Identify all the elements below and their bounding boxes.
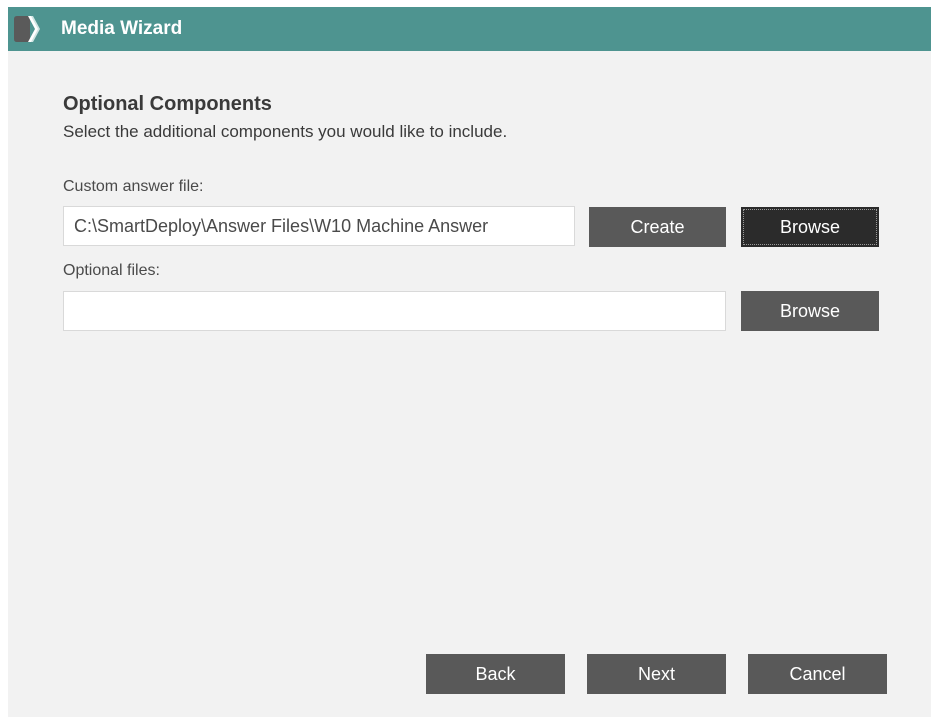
create-answer-file-button[interactable]: Create xyxy=(589,207,726,247)
cancel-button[interactable]: Cancel xyxy=(748,654,887,694)
chevron-logo-icon xyxy=(14,16,40,42)
custom-answer-file-label: Custom answer file: xyxy=(63,178,204,195)
custom-answer-file-input[interactable] xyxy=(63,206,575,246)
window-title: Media Wizard xyxy=(61,18,183,39)
title-bar: Media Wizard xyxy=(8,7,931,51)
browse-answer-file-button[interactable]: Browse xyxy=(741,207,879,247)
back-button[interactable]: Back xyxy=(426,654,565,694)
optional-files-label: Optional files: xyxy=(63,262,160,279)
optional-files-input[interactable] xyxy=(63,291,726,331)
browse-optional-files-button[interactable]: Browse xyxy=(741,291,879,331)
page-title: Optional Components xyxy=(63,93,272,115)
next-button[interactable]: Next xyxy=(587,654,726,694)
page-subtitle: Select the additional components you wou… xyxy=(63,122,508,141)
media-wizard-window: Media Wizard Optional Components Select … xyxy=(8,7,931,717)
